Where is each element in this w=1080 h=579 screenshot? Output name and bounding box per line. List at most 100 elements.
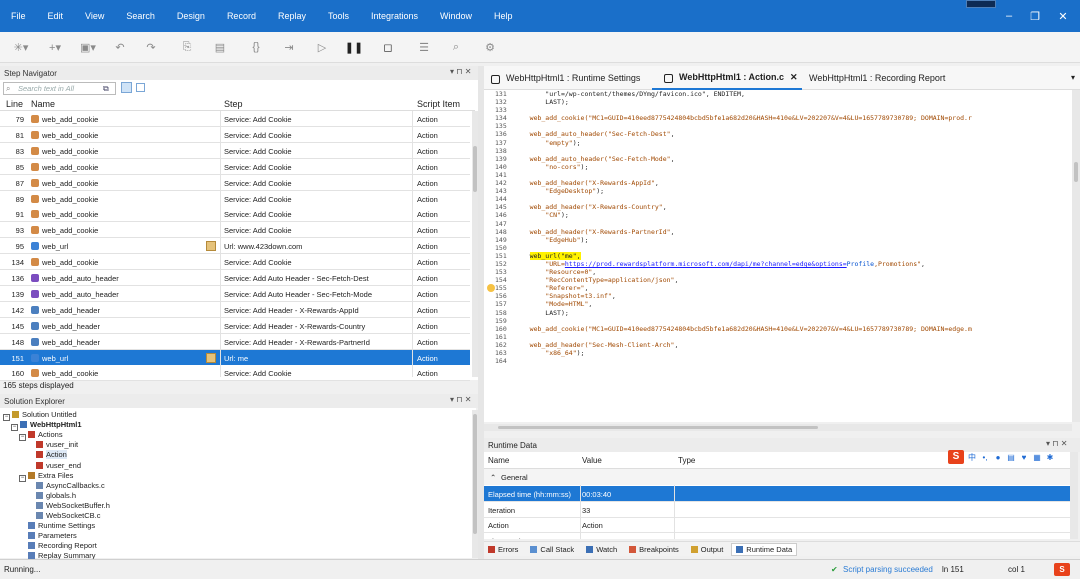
tree-item[interactable]: vuser_end [27, 461, 81, 470]
menu-view[interactable]: View [74, 11, 115, 21]
menu-tools[interactable]: Tools [317, 11, 360, 21]
code-text[interactable]: "url=/wp-content/themes/DYmg/favicon.ico… [514, 90, 1072, 357]
add-icon[interactable]: +▾ [44, 38, 66, 56]
tree-view-icon[interactable] [136, 83, 145, 92]
close-window-button[interactable]: ✕ [1050, 0, 1076, 32]
ime-toolbar[interactable]: S 中 •, ● ▤ ♥ ▦ ✱ [948, 449, 1074, 465]
scrollbar-thumb[interactable] [473, 146, 477, 192]
step-row[interactable]: 148 web_add_header Service: Add Header - X… [0, 333, 470, 350]
runtime-row[interactable]: Line number 151 [484, 533, 1070, 540]
tree-item[interactable]: AsyncCallbacks.c [27, 481, 105, 490]
restore-button[interactable]: ❐ [1022, 0, 1048, 32]
tree-item[interactable]: globals.h [27, 491, 76, 500]
binoculars-icon[interactable]: ⧉ [103, 84, 109, 94]
tab-output[interactable]: Output [687, 545, 723, 554]
step-row[interactable]: 91 web_add_cookie Service: Add Cookie Actio… [0, 206, 470, 223]
step-row[interactable]: 81 web_add_cookie Service: Add Cookie Actio… [0, 126, 470, 143]
menu-record[interactable]: Record [216, 11, 267, 21]
menu-integrations[interactable]: Integrations [360, 11, 429, 21]
tree-item[interactable]: Recording Report [19, 541, 97, 550]
tab-watch[interactable]: Watch [582, 545, 617, 554]
collapse-icon[interactable]: − [19, 434, 26, 442]
tree-item[interactable]: Parameters [19, 531, 77, 540]
tree-item[interactable]: WebSocketCB.c [27, 511, 100, 520]
find-icon[interactable]: ⌕ [450, 38, 462, 56]
ime-skin-icon[interactable]: ♥ [1019, 453, 1029, 462]
minimize-button[interactable]: – [996, 0, 1022, 32]
ime-mode[interactable]: 中 [967, 452, 977, 463]
ime-keyboard-icon[interactable]: ▤ [1006, 453, 1016, 462]
col-step[interactable]: Step [224, 99, 243, 109]
tree-item[interactable]: Runtime Settings [19, 521, 95, 530]
save-icon[interactable]: ▣▾ [77, 38, 99, 56]
pause-icon[interactable]: ❚❚ [345, 38, 363, 56]
ime-grid-icon[interactable]: ▦ [1032, 453, 1042, 462]
step-row[interactable]: 136 web_add_auto_header Service: Add Auto … [0, 270, 470, 286]
step-row[interactable]: 93 web_add_cookie Service: Add Cookie Actio… [0, 222, 470, 239]
run-icon[interactable]: ▷ [316, 38, 328, 56]
menu-design[interactable]: Design [166, 11, 216, 21]
step-row[interactable]: 83 web_add_cookie Service: Add Cookie Actio… [0, 142, 470, 159]
tab-recording-report[interactable]: WebHttpHtml1 : Recording Report [809, 66, 945, 90]
col-type[interactable]: Type [678, 452, 695, 468]
menu-window[interactable]: Window [429, 11, 483, 21]
step-row[interactable]: 145 web_add_header Service: Add Header - X… [0, 317, 470, 334]
tree-item[interactable]: WebSocketBuffer.h [27, 501, 110, 510]
tab-errors[interactable]: Errors [484, 545, 518, 554]
step-row[interactable]: 151 web_url Url: me Action [0, 349, 470, 366]
code-editor[interactable]: 131 132 133 134 135 136 137 138 139 140 141 142 143 1… [484, 90, 1072, 422]
step-row[interactable]: 134 web_add_cookie Service: Add Cookie Acti… [0, 254, 470, 271]
ime-punct-icon[interactable]: •, [980, 453, 990, 462]
runtime-data-scrollbar[interactable] [1070, 452, 1078, 539]
tree-item[interactable]: Action [27, 450, 67, 460]
step-row[interactable]: 85 web_add_cookie Service: Add Cookie Actio… [0, 158, 470, 175]
tab-overflow-icon[interactable]: ▾ [1071, 73, 1075, 82]
scrollbar-thumb[interactable] [498, 426, 818, 429]
close-tab-icon[interactable]: ✕ [790, 72, 798, 83]
collapse-icon[interactable]: − [19, 474, 26, 482]
scrollbar-thumb[interactable] [473, 414, 477, 534]
menu-file[interactable]: File [0, 11, 37, 21]
search-input[interactable]: Search text in All [3, 82, 116, 95]
col-script-item[interactable]: Script Item [417, 99, 460, 109]
menu-edit[interactable]: Edit [37, 11, 75, 21]
redo-icon[interactable]: ↷ [145, 38, 157, 56]
tab-action-c[interactable]: WebHttpHtml1 : Action.c ✕ [652, 66, 802, 90]
panel-menu-icon[interactable]: ▾ ⊓ ✕ [450, 395, 471, 404]
step-row[interactable]: 142 web_add_header Service: Add Header - X… [0, 301, 470, 318]
new-icon[interactable]: ✳▾ [10, 38, 32, 56]
step-row[interactable]: 89 web_add_cookie Service: Add Cookie Actio… [0, 190, 470, 207]
tab-runtime-settings[interactable]: WebHttpHtml1 : Runtime Settings [484, 66, 640, 90]
runtime-row[interactable]: Action Action [484, 517, 1070, 533]
snapshot-icon[interactable]: ▤ [214, 38, 226, 56]
step-row[interactable]: 139 web_add_auto_header Service: Add Auto … [0, 285, 470, 302]
step-row[interactable]: 160 web_add_cookie Service: Add Cookie Acti… [0, 365, 470, 382]
ime-mic-icon[interactable]: ● [993, 453, 1003, 462]
editor-hscroll[interactable] [484, 424, 1072, 431]
panel-menu-icon[interactable]: ▾ ⊓ ✕ [1046, 439, 1067, 448]
tab-breakpoints[interactable]: Breakpoints [625, 545, 679, 554]
step-row[interactable]: 79 web_add_cookie Service: Add Cookie Actio… [0, 111, 470, 127]
scrollbar-thumb[interactable] [1074, 162, 1078, 182]
snapshot-thumbnail-icon[interactable] [206, 241, 216, 252]
ime-tray-icon[interactable]: S [1054, 563, 1070, 576]
collapse-icon[interactable]: ⌃ [490, 473, 496, 482]
editor-vscroll[interactable] [1072, 90, 1080, 422]
col-value[interactable]: Value [582, 452, 602, 468]
menu-search[interactable]: Search [115, 11, 166, 21]
settings-icon[interactable]: ⚙ [484, 38, 496, 56]
step-icon[interactable]: ⇥ [283, 38, 295, 56]
ime-settings-icon[interactable]: ✱ [1045, 453, 1055, 462]
undo-icon[interactable]: ↶ [114, 38, 126, 56]
snapshot-thumbnail-icon[interactable] [206, 352, 216, 363]
runtime-row[interactable]: Elapsed time (hh:mm:ss) 00:03:40 [484, 486, 1070, 502]
record-script-icon[interactable]: ⎘ [181, 38, 193, 56]
stop-icon[interactable]: ◻ [382, 38, 394, 56]
menu-help[interactable]: Help [483, 11, 524, 21]
braces-icon[interactable]: {} [250, 38, 262, 56]
list-icon[interactable]: ☰ [418, 38, 430, 56]
collapse-icon[interactable]: − [11, 424, 18, 432]
step-row[interactable]: 95 web_url Url: www.423down.com Action [0, 238, 470, 255]
menu-replay[interactable]: Replay [267, 11, 317, 21]
col-line[interactable]: Line [6, 99, 23, 109]
